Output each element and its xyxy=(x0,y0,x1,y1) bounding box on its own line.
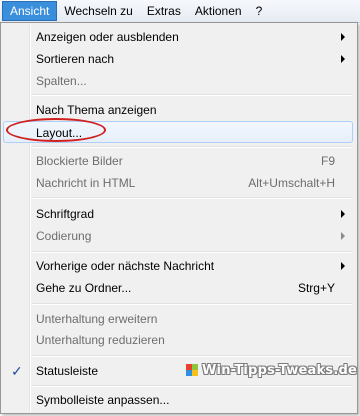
submenu-arrow-icon xyxy=(341,262,345,270)
menu-item-shortcut: F9 xyxy=(320,154,335,168)
menu-item-label: Statusleiste xyxy=(36,364,99,378)
menu-item-gehe-zu-ordner[interactable]: Gehe zu Ordner... Strg+Y xyxy=(3,277,353,299)
menu-aktionen[interactable]: Aktionen xyxy=(188,1,249,21)
menu-item-unterhaltung-erweitern[interactable]: Unterhaltung erweitern xyxy=(3,308,353,330)
menu-wechseln-zu[interactable]: Wechseln zu xyxy=(57,1,139,21)
menu-item-layout[interactable]: Layout... xyxy=(3,121,353,143)
menu-item-vorherige-oder-naechste-nachricht[interactable]: Vorherige oder nächste Nachricht xyxy=(3,255,353,277)
menu-item-label: Nach Thema anzeigen xyxy=(36,103,157,117)
menu-item-blockierte-bilder[interactable]: Blockierte Bilder F9 xyxy=(3,150,353,172)
menu-help[interactable]: ? xyxy=(249,1,270,21)
menu-item-label: Spalten... xyxy=(36,74,87,88)
menu-item-label: Blockierte Bilder xyxy=(36,154,123,168)
menu-item-label: Sortieren nach xyxy=(36,52,115,66)
menu-separator xyxy=(32,146,352,148)
menu-item-anzeigen-oder-ausblenden[interactable]: Anzeigen oder ausblenden xyxy=(3,26,353,48)
menu-item-label: Schriftgrad xyxy=(36,207,95,221)
watermark-text: Win-Tipps-Tweaks.de xyxy=(202,362,357,378)
menu-ansicht[interactable]: Ansicht xyxy=(2,1,58,21)
menu-separator xyxy=(32,355,352,357)
menu-item-label: Unterhaltung erweitern xyxy=(36,312,158,326)
menu-item-label: Unterhaltung reduzieren xyxy=(36,333,165,347)
watermark: Win-Tipps-Tweaks.de xyxy=(186,361,357,379)
menu-item-spalten[interactable]: Spalten... xyxy=(3,70,353,92)
submenu-arrow-icon xyxy=(341,33,345,41)
menu-separator xyxy=(32,251,352,253)
menu-item-sortieren-nach[interactable]: Sortieren nach xyxy=(3,48,353,70)
submenu-arrow-icon xyxy=(341,55,345,63)
windows-logo-icon xyxy=(186,364,198,376)
menu-item-label: Symbolleiste anpassen... xyxy=(36,393,170,407)
menu-item-label: Nachricht in HTML xyxy=(36,176,136,190)
menu-item-label: Codierung xyxy=(36,229,92,243)
menu-item-codierung[interactable]: Codierung xyxy=(3,225,353,247)
menu-item-nachricht-in-html[interactable]: Nachricht in HTML Alt+Umschalt+H xyxy=(3,172,353,194)
menu-separator xyxy=(32,303,352,305)
ansicht-dropdown-menu: Anzeigen oder ausblenden Sortieren nach … xyxy=(0,22,358,414)
menu-item-schriftgrad[interactable]: Schriftgrad xyxy=(3,203,353,225)
menu-bar: Ansicht Wechseln zu Extras Aktionen ? xyxy=(0,0,360,23)
menu-separator xyxy=(32,385,352,387)
menu-item-unterhaltung-reduzieren[interactable]: Unterhaltung reduzieren xyxy=(3,329,353,351)
menu-extras[interactable]: Extras xyxy=(140,1,188,21)
submenu-arrow-icon xyxy=(341,232,345,240)
submenu-arrow-icon xyxy=(341,210,345,218)
menu-item-label: Gehe zu Ordner... xyxy=(36,281,132,295)
checkmark-icon: ✓ xyxy=(11,363,23,379)
menu-item-label: Vorherige oder nächste Nachricht xyxy=(36,259,215,273)
menu-item-nach-thema-anzeigen[interactable]: Nach Thema anzeigen xyxy=(3,99,353,121)
menu-item-symbolleiste-anpassen[interactable]: Symbolleiste anpassen... xyxy=(3,389,353,411)
menu-separator xyxy=(32,197,352,199)
menu-separator xyxy=(32,94,352,96)
menu-item-label: Layout... xyxy=(36,126,83,140)
menu-item-shortcut: Strg+Y xyxy=(297,281,335,295)
menu-item-shortcut: Alt+Umschalt+H xyxy=(248,176,335,190)
menu-item-label: Anzeigen oder ausblenden xyxy=(36,30,179,44)
